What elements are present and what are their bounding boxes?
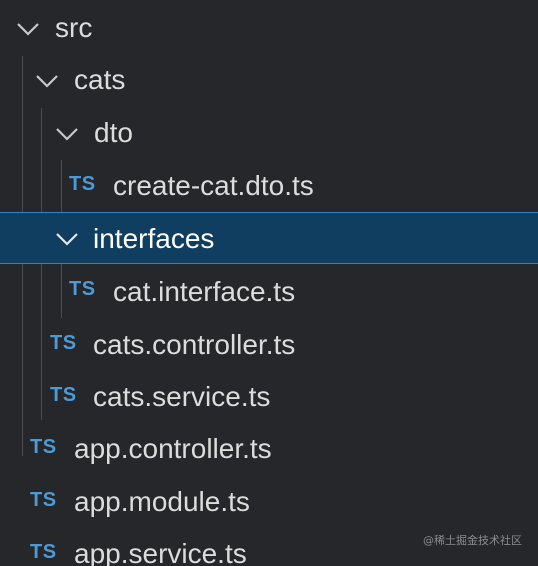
chevron-down-icon[interactable] — [35, 73, 59, 89]
tree-item-label: dto — [94, 117, 133, 148]
tree-file-app-module[interactable]: TS app.module.ts — [0, 476, 538, 528]
tree-item-label: app.module.ts — [74, 486, 250, 517]
typescript-file-icon: TS — [69, 278, 96, 300]
typescript-file-icon: TS — [50, 384, 77, 406]
chevron-down-icon[interactable] — [16, 21, 40, 37]
tree-item-label: cat.interface.ts — [113, 276, 296, 307]
chevron-down-icon[interactable] — [55, 126, 79, 142]
typescript-file-icon: TS — [30, 541, 57, 563]
tree-folder-cats[interactable]: cats — [0, 55, 538, 107]
tree-item-label: cats.controller.ts — [93, 329, 296, 360]
chevron-down-icon[interactable] — [55, 231, 79, 247]
typescript-file-icon: TS — [69, 173, 96, 195]
tree-item-label: app.service.ts — [74, 538, 247, 566]
tree-folder-dto[interactable]: dto — [0, 107, 538, 159]
typescript-file-icon: TS — [50, 332, 77, 354]
file-explorer-tree: src cats dto TS create-cat.dto.ts interf… — [0, 0, 538, 566]
tree-folder-interfaces[interactable]: interfaces — [0, 212, 538, 264]
tree-item-label: cats.service.ts — [93, 381, 271, 412]
watermark: @稀土掘金技术社区 — [423, 534, 522, 547]
tree-item-label: src — [55, 12, 93, 43]
tree-item-label: app.controller.ts — [74, 433, 272, 464]
tree-file-app-controller[interactable]: TS app.controller.ts — [0, 423, 538, 475]
tree-file-create-cat-dto[interactable]: TS create-cat.dto.ts — [0, 160, 538, 212]
tree-file-cat-interface[interactable]: TS cat.interface.ts — [0, 265, 538, 317]
typescript-file-icon: TS — [30, 489, 57, 511]
typescript-file-icon: TS — [30, 436, 57, 458]
tree-item-label: cats — [74, 64, 126, 95]
tree-folder-src[interactable]: src — [0, 2, 538, 54]
tree-file-cats-controller[interactable]: TS cats.controller.ts — [0, 319, 538, 371]
tree-file-cats-service[interactable]: TS cats.service.ts — [0, 371, 538, 423]
tree-item-label: create-cat.dto.ts — [113, 170, 314, 201]
tree-item-label: interfaces — [93, 223, 215, 254]
